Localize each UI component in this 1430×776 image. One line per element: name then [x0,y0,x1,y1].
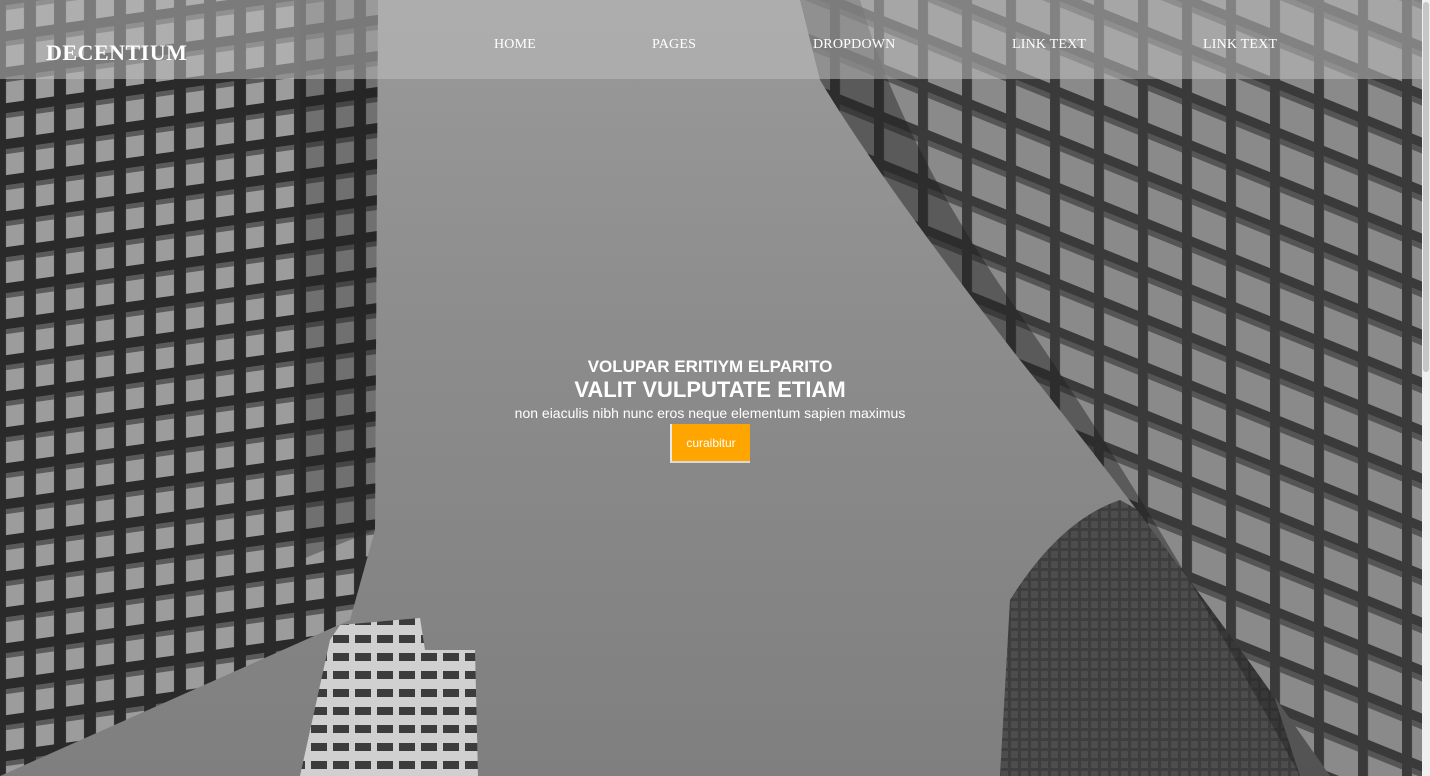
nav-item-dropdown[interactable]: DROPDOWN [813,37,896,53]
hero-subtext: non eiaculis nibh nunc eros neque elemen… [514,405,906,421]
hero-headline: VALIT VULPUTATE ETIAM [574,377,846,402]
hero-content: VOLUPAR ERITIYM ELPARITO VALIT VULPUTATE… [410,356,1010,463]
cta-button[interactable]: curaibitur [670,424,750,463]
nav-item-link-text-1[interactable]: LINK TEXT [1012,37,1086,53]
vertical-scrollbar[interactable] [1422,0,1430,776]
nav-item-home[interactable]: HOME [494,37,536,53]
nav-item-pages[interactable]: PAGES [652,37,696,53]
top-navbar: DECENTIUM HOME PAGES DROPDOWN LINK TEXT … [0,0,1422,79]
brand-logo[interactable]: DECENTIUM [46,40,187,66]
nav-item-link-text-2[interactable]: LINK TEXT [1203,37,1277,53]
scrollbar-thumb[interactable] [1423,2,1429,372]
hero-kicker: VOLUPAR ERITIYM ELPARITO [587,357,833,376]
